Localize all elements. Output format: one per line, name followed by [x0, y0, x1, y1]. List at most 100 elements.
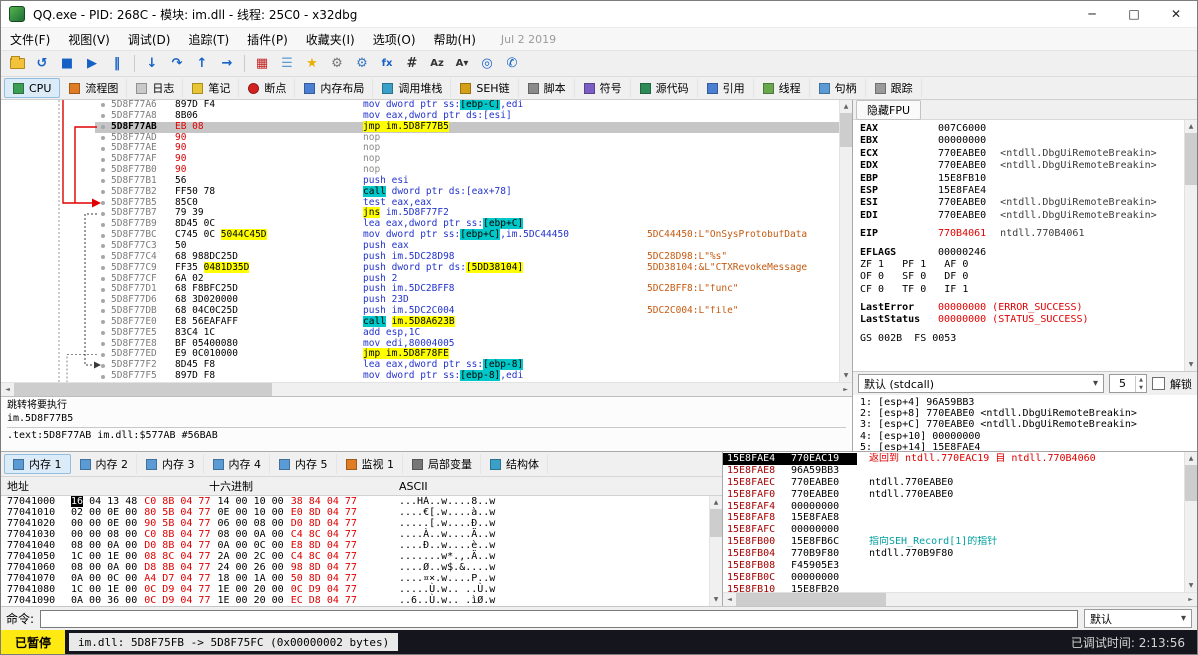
register-row[interactable]: LastError 00000000 (ERROR_SUCCESS) — [853, 302, 1184, 314]
menu-item[interactable]: 文件(F) — [1, 28, 59, 51]
dump-row[interactable]: 77041020 00 00 0E 00 90 5B 04 77 06 00 08 0… — [1, 518, 709, 529]
register-row[interactable]: ECX 770EABE0 <ntdll.DbgUiRemoteBreakin> — [853, 148, 1184, 160]
dump-row[interactable]: 77041000 16 04 13 48 C0 8B 04 77 14 00 10 0… — [1, 496, 709, 507]
open-file-button[interactable] — [5, 53, 29, 75]
crc-hash-button[interactable]: # — [400, 53, 424, 75]
menu-item[interactable]: 选项(O) — [364, 28, 425, 51]
scroll-right-icon[interactable]: ► — [1184, 593, 1197, 606]
tab-dump-1[interactable]: 内存 1 — [4, 454, 71, 474]
register-row[interactable]: OF 0 SF 0 DF 0 — [853, 271, 1184, 283]
tab-struct[interactable]: 结构体 — [481, 454, 548, 474]
args-count-spinner[interactable]: 5 ▲ ▼ — [1109, 374, 1147, 393]
scrollbar-thumb[interactable] — [736, 593, 886, 606]
scroll-up-icon[interactable]: ▲ — [840, 100, 852, 113]
step-into-button[interactable]: ↓ — [140, 53, 164, 75]
menu-item[interactable]: 视图(V) — [59, 28, 119, 51]
close-button[interactable]: ✕ — [1155, 1, 1197, 28]
disasm-row[interactable]: 5D8F77C9 FF35 0481D35D push dword ptr ds:[… — [1, 261, 839, 274]
maximize-button[interactable]: □ — [1113, 1, 1155, 28]
register-row[interactable]: EDI 770EABE0 <ntdll.DbgUiRemoteBreakin> — [853, 210, 1184, 222]
argument-row[interactable]: 1: [esp+4] 96A59BB3 — [853, 397, 1197, 408]
disasm-row[interactable]: 5D8F77F5 897D F8 mov dword ptr ss:[ebp-8],… — [1, 370, 839, 382]
menu-item[interactable]: 追踪(T) — [179, 28, 238, 51]
dump-row[interactable]: 77041090 0A 00 36 00 0C D9 04 77 1E 00 20 0… — [1, 595, 709, 606]
stack-row[interactable]: 15E8FAF8 15E8FAE8 — [723, 512, 1184, 524]
tab-notes[interactable]: 笔记 — [183, 78, 240, 98]
pause-button[interactable]: ‖ — [105, 53, 129, 75]
scrollbar-thumb[interactable] — [1185, 465, 1197, 501]
scroll-left-icon[interactable]: ◄ — [723, 593, 736, 606]
stack-row[interactable]: 15E8FB04 770B9F80 ntdll.770B9F80 — [723, 548, 1184, 560]
command-input[interactable] — [40, 609, 1078, 628]
argument-row[interactable]: 3: [esp+C] 770EABE0 <ntdll.DbgUiRemoteBr… — [853, 419, 1197, 430]
dump-row[interactable]: 77041080 1C 00 1E 00 0C D9 04 77 1E 00 20 0… — [1, 584, 709, 595]
tab-log[interactable]: 日志 — [127, 78, 184, 98]
dump-row[interactable]: 77041070 0A 00 0C 00 A4 D7 04 77 18 00 1A 0… — [1, 573, 709, 584]
tab-graph[interactable]: 流程图 — [60, 78, 128, 98]
dump-vscrollbar[interactable]: ▲ ▼ — [709, 496, 722, 606]
dump-row[interactable]: 77041060 08 00 0A 00 D8 8B 04 77 24 00 26 0… — [1, 562, 709, 573]
stack-row[interactable]: 15E8FAE8 96A59BB3 — [723, 465, 1184, 477]
scrollbar-thumb[interactable] — [1185, 133, 1197, 185]
register-row[interactable]: EBP 15E8FB10 — [853, 173, 1184, 185]
dump-row[interactable]: 77041040 08 00 0A 00 D0 8B 04 77 0A 00 0C 0… — [1, 540, 709, 551]
minimize-button[interactable]: ─ — [1071, 1, 1113, 28]
tab-breakpoints[interactable]: 断点 — [239, 78, 296, 98]
attach-button[interactable]: ✆ — [500, 53, 524, 75]
run-to-user-code-button[interactable]: → — [215, 53, 239, 75]
tab-seh-chain[interactable]: SEH链 — [451, 78, 519, 98]
registers-vscrollbar[interactable]: ▲ ▼ — [1184, 120, 1197, 371]
case-convert-button[interactable]: Az — [425, 53, 449, 75]
tab-dump-2[interactable]: 内存 2 — [71, 454, 137, 474]
unlock-checkbox[interactable] — [1152, 377, 1165, 390]
log-window-button[interactable]: ☰ — [275, 53, 299, 75]
tab-symbols[interactable]: 符号 — [575, 78, 631, 98]
menu-item[interactable]: 帮助(H) — [425, 28, 485, 51]
stop-button[interactable]: ■ — [55, 53, 79, 75]
register-row[interactable]: ESI 770EABE0 <ntdll.DbgUiRemoteBreakin> — [853, 197, 1184, 209]
argument-row[interactable]: 2: [esp+8] 770EABE0 <ntdll.DbgUiRemoteBr… — [853, 408, 1197, 419]
run-button[interactable]: ▶ — [80, 53, 104, 75]
scrollbar-thumb[interactable] — [840, 113, 852, 147]
stack-row[interactable]: 15E8FB00 15E8FB6C 指向SEH_Record[1]的指针 — [723, 536, 1184, 548]
dump-row[interactable]: 77041030 00 00 08 00 C0 8B 04 77 08 00 0A 0… — [1, 529, 709, 540]
tab-source[interactable]: 源代码 — [631, 78, 698, 98]
tab-call-stack[interactable]: 调用堆栈 — [373, 78, 452, 98]
hide-fpu-button[interactable]: 隐藏FPU — [856, 99, 922, 120]
register-row[interactable]: GS 002B FS 0053 — [853, 333, 1184, 345]
scroll-up-icon[interactable]: ▲ — [1185, 452, 1197, 465]
spinner-arrows-icon[interactable]: ▲ ▼ — [1135, 375, 1146, 392]
stack-row[interactable]: 15E8FAEC 770EABE0 ntdll.770EABE0 — [723, 477, 1184, 489]
tab-trace[interactable]: 跟踪 — [866, 78, 922, 98]
tab-dump-4[interactable]: 内存 4 — [204, 454, 270, 474]
font-options-button[interactable]: A▾ — [450, 53, 474, 75]
scroll-right-icon[interactable]: ► — [839, 383, 852, 396]
disasm-row[interactable]: 5D8F77AB EB 08 jmp im.5D8F77B5 — [1, 120, 839, 133]
scrollbar-thumb[interactable] — [14, 383, 272, 396]
tab-memory-map[interactable]: 内存布局 — [295, 78, 374, 98]
register-row[interactable]: EDX 770EABE0 <ntdll.DbgUiRemoteBreakin> — [853, 160, 1184, 172]
step-over-button[interactable]: ↷ — [165, 53, 189, 75]
register-row[interactable]: EAX 007C6000 — [853, 123, 1184, 135]
settings-button[interactable]: ⚙ — [325, 53, 349, 75]
argument-row[interactable]: 5: [esp+14] 15E8FAE4 — [853, 442, 1197, 451]
register-row[interactable]: LastStatus 00000000 (STATUS_SUCCESS) — [853, 314, 1184, 326]
tab-locals[interactable]: 局部变量 — [403, 454, 481, 474]
register-row[interactable]: EBX 00000000 — [853, 135, 1184, 147]
favourites-button[interactable]: ★ — [300, 53, 324, 75]
dump-row[interactable]: 77041050 1C 00 1E 00 08 8C 04 77 2A 00 2C 0… — [1, 551, 709, 562]
disasm-hscrollbar[interactable]: ◄ ► — [1, 382, 852, 396]
menu-item[interactable]: 插件(P) — [238, 28, 297, 51]
register-row[interactable]: EIP 770B4061 ntdll.770B4061 — [853, 228, 1184, 240]
stack-row[interactable]: 15E8FB08 F45905E3 — [723, 560, 1184, 572]
tab-references[interactable]: 引用 — [698, 78, 754, 98]
scroll-up-icon[interactable]: ▲ — [710, 496, 722, 509]
restart-button[interactable]: ↺ — [30, 53, 54, 75]
appearance-button[interactable]: ⚙ — [350, 53, 374, 75]
dump-row[interactable]: 77041010 02 00 0E 00 80 5B 04 77 0E 00 10 0… — [1, 507, 709, 518]
stack-row[interactable]: 15E8FB0C 00000000 — [723, 572, 1184, 584]
tab-dump-5[interactable]: 内存 5 — [270, 454, 337, 474]
scroll-down-icon[interactable]: ▼ — [710, 593, 722, 606]
register-row[interactable]: CF 0 TF 0 IF 1 — [853, 284, 1184, 296]
stack-vscrollbar[interactable]: ▲ ▼ — [1184, 452, 1197, 592]
